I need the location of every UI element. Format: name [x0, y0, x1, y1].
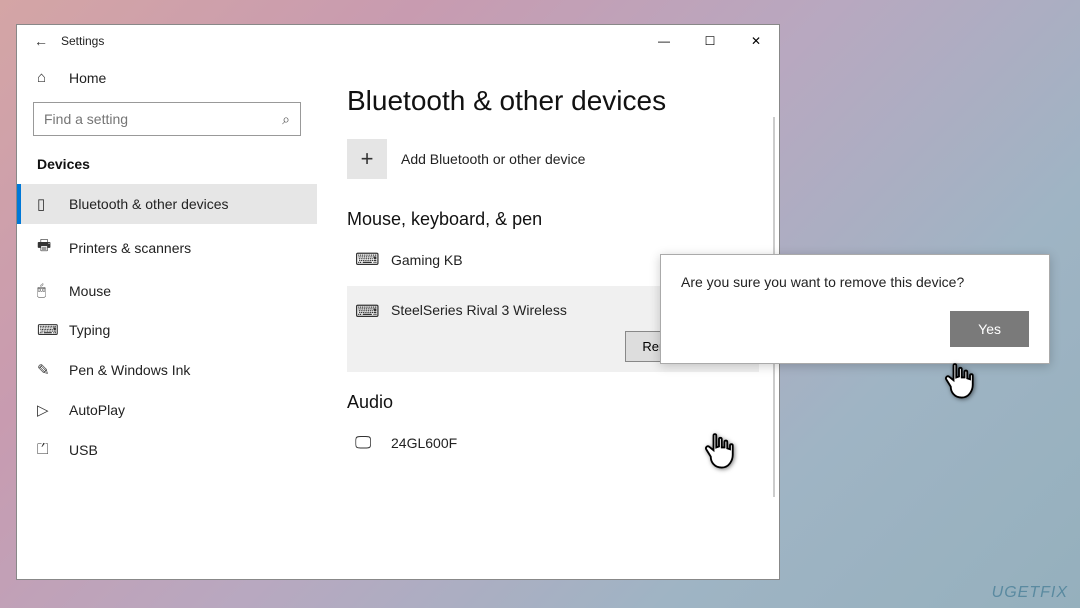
dialog-message: Are you sure you want to remove this dev… — [681, 273, 1029, 293]
confirm-dialog: Are you sure you want to remove this dev… — [660, 254, 1050, 364]
maximize-button[interactable]: ☐ — [687, 25, 733, 57]
keyboard-icon: ⌨ — [37, 321, 55, 339]
sidebar-item-label: Printers & scanners — [69, 240, 191, 256]
titlebar: ← Settings — ☐ ✕ — [17, 25, 779, 57]
sidebar-item-mouse[interactable]: 🖱 Mouse — [17, 271, 317, 310]
sidebar-item-autoplay[interactable]: ▷ AutoPlay — [17, 390, 317, 430]
mouse-icon: 🖱 — [37, 282, 55, 299]
sidebar-item-bluetooth[interactable]: ▯ Bluetooth & other devices — [17, 184, 317, 224]
minimize-button[interactable]: — — [641, 25, 687, 57]
sidebar-item-label: USB — [69, 442, 98, 458]
printer-icon: 🖶 — [37, 235, 55, 260]
sidebar-item-usb[interactable]: ⏍ USB — [17, 430, 317, 469]
bluetooth-icon: ▯ — [37, 195, 55, 213]
group-title-mouse: Mouse, keyboard, & pen — [347, 209, 759, 230]
home-label: Home — [69, 70, 106, 86]
search-input[interactable] — [44, 111, 282, 127]
home-nav[interactable]: ⌂ Home — [17, 61, 317, 94]
sidebar-item-label: Mouse — [69, 283, 111, 299]
sidebar-item-label: Typing — [69, 322, 110, 338]
keyboard-icon: ⌨ — [355, 250, 377, 270]
search-icon: ⌕ — [282, 111, 290, 128]
add-device-label: Add Bluetooth or other device — [401, 151, 585, 167]
sidebar-item-label: AutoPlay — [69, 402, 125, 418]
sidebar-section: Devices — [17, 150, 317, 184]
sidebar-item-label: Bluetooth & other devices — [69, 196, 229, 212]
keyboard-icon: ⌨ — [355, 302, 377, 322]
device-row[interactable]: 🖵 24GL600F — [347, 423, 759, 463]
sidebar-item-label: Pen & Windows Ink — [69, 362, 190, 378]
window-controls: — ☐ ✕ — [641, 25, 779, 57]
usb-icon: ⏍ — [37, 441, 55, 458]
watermark: UGETFIX — [992, 584, 1068, 602]
sidebar-item-printers[interactable]: 🖶 Printers & scanners — [17, 224, 317, 271]
plus-icon: + — [347, 139, 387, 179]
autoplay-icon: ▷ — [37, 401, 55, 419]
add-device-button[interactable]: + Add Bluetooth or other device — [347, 139, 759, 179]
device-name: 24GL600F — [391, 435, 457, 451]
close-button[interactable]: ✕ — [733, 25, 779, 57]
sidebar-item-typing[interactable]: ⌨ Typing — [17, 310, 317, 350]
window-title: Settings — [61, 34, 104, 48]
page-title: Bluetooth & other devices — [347, 85, 759, 117]
search-box[interactable]: ⌕ — [33, 102, 301, 136]
back-button[interactable]: ← — [21, 33, 61, 49]
pen-icon: ✎ — [37, 361, 55, 379]
monitor-icon: 🖵 — [355, 433, 377, 453]
home-icon: ⌂ — [37, 69, 55, 86]
sidebar-item-pen[interactable]: ✎ Pen & Windows Ink — [17, 350, 317, 390]
device-name: Gaming KB — [391, 252, 463, 268]
cursor-pointer-icon — [940, 360, 978, 404]
device-name: SteelSeries Rival 3 Wireless — [391, 302, 567, 318]
sidebar: ⌂ Home ⌕ Devices ▯ Bluetooth & other dev… — [17, 57, 317, 579]
yes-button[interactable]: Yes — [950, 311, 1029, 347]
group-title-audio: Audio — [347, 392, 759, 413]
